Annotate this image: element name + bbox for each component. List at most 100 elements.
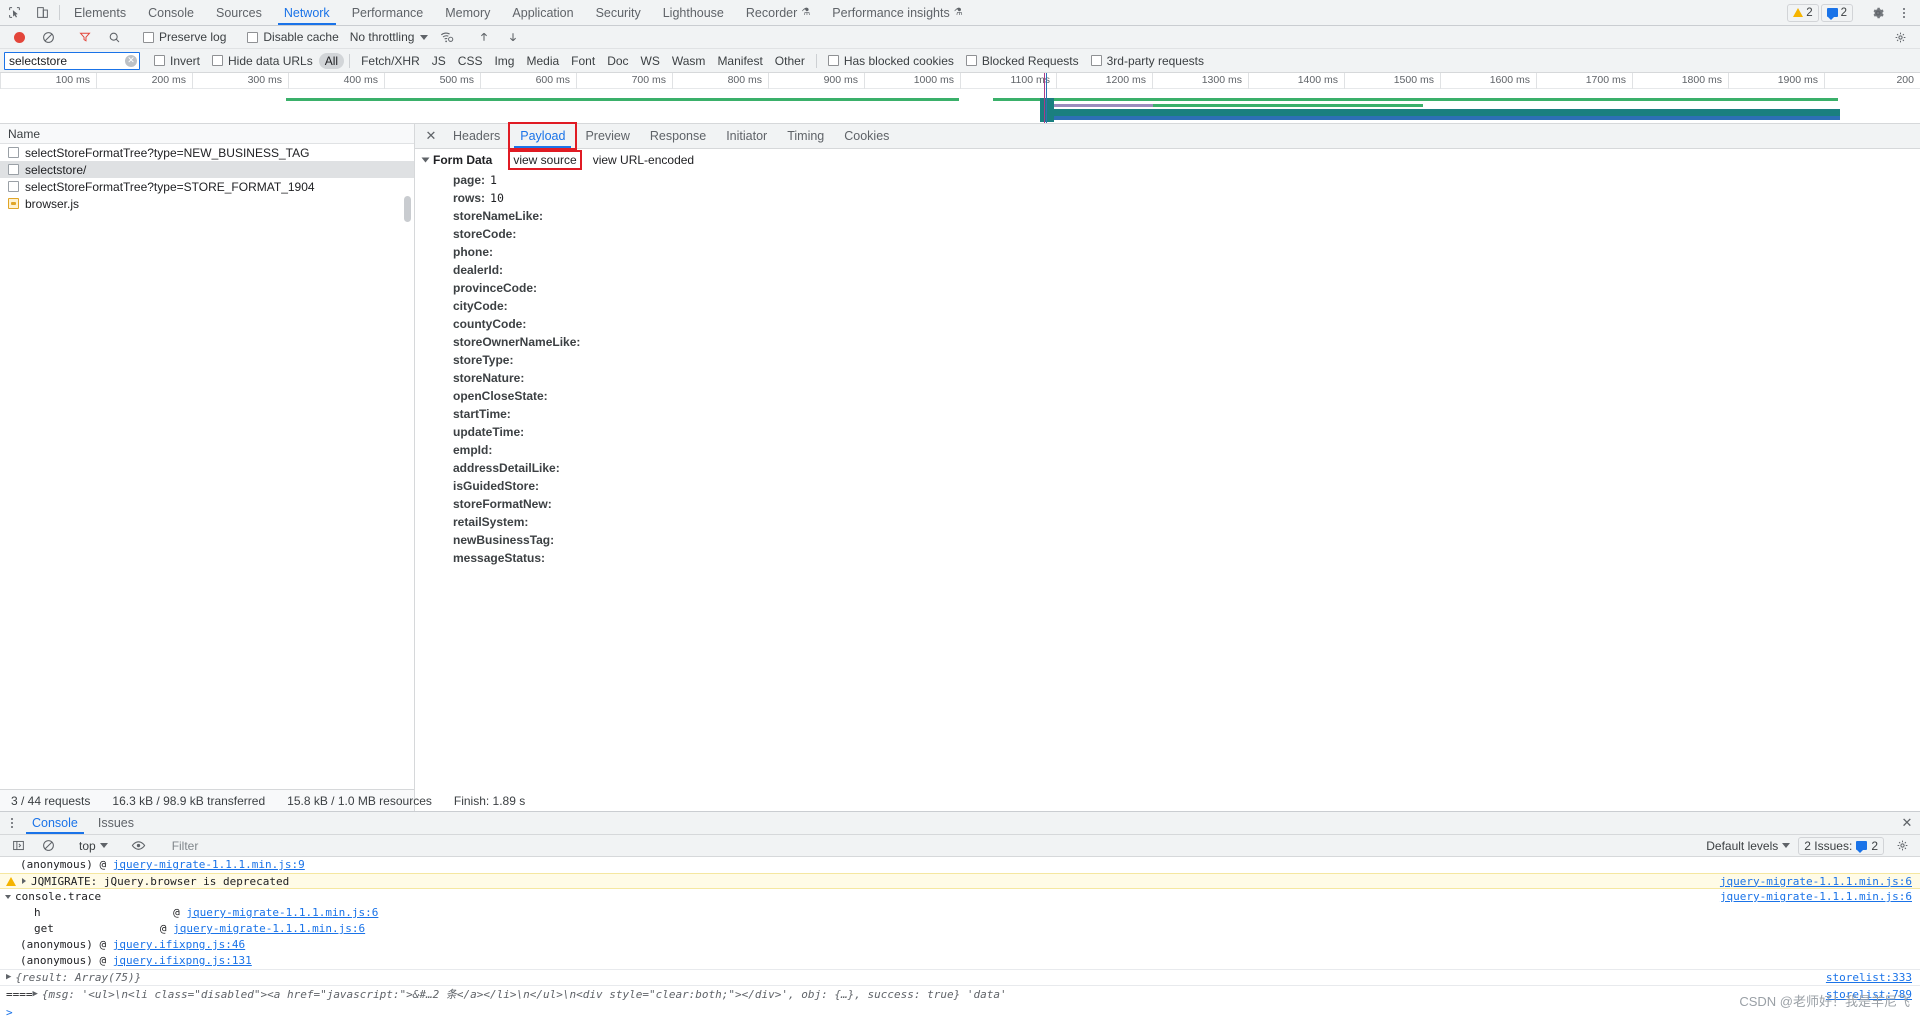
console-log-row[interactable]: (anonymous) @ jquery-migrate-1.1.1.min.j… [0,857,1920,873]
console-context-selector[interactable]: top [73,839,114,853]
view-source-button[interactable]: view source [508,150,582,170]
main-tab-network[interactable]: Network [273,0,341,25]
console-log-row[interactable]: console.trace jquery-migrate-1.1.1.min.js… [0,889,1920,905]
invert-checkbox[interactable]: Invert [148,54,206,68]
console-log-row[interactable]: get @ jquery-migrate-1.1.1.min.js:6 [0,921,1920,937]
detail-tab-headers[interactable]: Headers [443,124,510,148]
detail-tab-preview[interactable]: Preview [575,124,639,148]
console-log-row[interactable]: JQMIGRATE: jQuery.browser is deprecated j… [0,873,1920,889]
type-filter-manifest[interactable]: Manifest [711,53,768,69]
requests-list[interactable]: selectStoreFormatTree?type=NEW_BUSINESS_… [0,144,414,789]
console-log-row[interactable]: ▶ {result: Array(75)} storelist:333 [0,969,1920,985]
type-filter-font[interactable]: Font [565,53,601,69]
detail-tab-response[interactable]: Response [640,124,716,148]
type-filter-js[interactable]: JS [426,53,452,69]
warnings-badge[interactable]: 2 [1787,3,1819,22]
type-filter-css[interactable]: CSS [452,53,489,69]
blocked-requests-checkbox[interactable]: Blocked Requests [960,54,1085,68]
drawer-tab-console[interactable]: Console [22,812,88,834]
detail-tab-cookies[interactable]: Cookies [834,124,899,148]
request-row[interactable]: browser.js [0,195,414,212]
main-tab-console[interactable]: Console [137,0,205,25]
request-row[interactable]: selectstore/ [0,161,414,178]
form-data-header[interactable]: Form Data view source view URL-encoded [415,150,1920,170]
main-tab-elements[interactable]: Elements [63,0,137,25]
drawer-tab-issues[interactable]: Issues [88,812,144,834]
detail-tab-timing[interactable]: Timing [777,124,834,148]
console-log-levels-select[interactable]: Default levels [1702,839,1794,853]
collapse-triangle-icon[interactable] [5,894,11,899]
console-log-row[interactable]: (anonymous) @ jquery.ifixpng.js:131 [0,953,1920,969]
console-source-link-right[interactable]: jquery-migrate-1.1.1.min.js:6 [1720,875,1912,888]
hide-data-urls-checkbox[interactable]: Hide data URLs [206,54,319,68]
throttling-select[interactable]: No throttling [346,30,433,44]
main-tab-recorder[interactable]: Recorder ⚗ [735,0,821,25]
console-issues-button[interactable]: 2 Issues: 2 [1798,836,1884,855]
console-settings-gear-icon[interactable] [1888,839,1916,852]
type-filter-wasm[interactable]: Wasm [666,53,712,69]
console-source-link[interactable]: jquery.ifixpng.js:46 [113,938,245,951]
inspect-element-icon[interactable] [0,0,28,25]
console-filter-input[interactable] [169,837,1695,854]
type-filter-ws[interactable]: WS [635,53,666,69]
wifi-settings-icon[interactable] [433,30,461,44]
view-url-encoded-button[interactable]: view URL-encoded [590,152,697,168]
gear-icon[interactable] [1864,6,1892,20]
console-source-link-right[interactable]: jquery-migrate-1.1.1.min.js:6 [1720,890,1912,903]
clear-console-icon[interactable] [34,839,62,852]
type-filter-all[interactable]: All [318,52,345,69]
type-filter-img[interactable]: Img [488,53,520,69]
disclosure-triangle-icon[interactable] [421,157,430,163]
console-source-link[interactable]: jquery.ifixpng.js:131 [113,954,252,967]
detail-tab-payload[interactable]: Payload [508,122,578,150]
device-toolbar-icon[interactable] [28,0,56,25]
expand-triangle-icon[interactable]: ▶ [33,989,38,999]
type-filter-fetch-xhr[interactable]: Fetch/XHR [355,53,426,69]
requests-column-header[interactable]: Name [0,124,414,144]
main-tab-performance-insights[interactable]: Performance insights ⚗ [821,0,973,25]
drawer-menu-kebab-icon[interactable] [2,812,22,834]
export-arrow-down-icon[interactable] [499,31,527,43]
main-tab-sources[interactable]: Sources [205,0,273,25]
requests-scrollbar-thumb[interactable] [404,196,411,222]
main-tab-lighthouse[interactable]: Lighthouse [652,0,735,25]
console-source-link[interactable]: jquery-migrate-1.1.1.min.js:6 [186,906,378,919]
type-filter-doc[interactable]: Doc [601,53,634,69]
request-row[interactable]: selectStoreFormatTree?type=STORE_FORMAT_… [0,178,414,195]
close-detail-icon[interactable]: ✕ [419,124,443,148]
live-expression-eye-icon[interactable] [125,838,153,853]
has-blocked-cookies-checkbox[interactable]: Has blocked cookies [822,54,960,68]
main-tab-security[interactable]: Security [585,0,652,25]
type-filter-media[interactable]: Media [520,53,565,69]
type-filter-other[interactable]: Other [769,53,811,69]
request-row[interactable]: selectStoreFormatTree?type=NEW_BUSINESS_… [0,144,414,161]
main-tab-application[interactable]: Application [501,0,584,25]
import-arrow-up-icon[interactable] [470,31,498,43]
console-prompt[interactable]: > [0,1003,1920,1016]
network-overview-timeline[interactable]: 100 ms 200 ms 300 ms 400 ms 500 ms 600 ms 700 … [0,73,1920,124]
expand-triangle-icon[interactable] [22,878,26,884]
messages-badge[interactable]: 2 [1820,3,1853,22]
network-filter-input[interactable] [4,51,140,70]
search-magnifier-icon[interactable] [100,31,128,44]
console-log-row[interactable]: ==== ▶ {msg: '<ul>\n<li class="disabled">… [0,985,1920,1003]
show-console-sidebar-icon[interactable] [4,839,32,852]
main-tab-memory[interactable]: Memory [434,0,501,25]
console-log-row[interactable]: h @ jquery-migrate-1.1.1.min.js:6 [0,905,1920,921]
console-log-output[interactable]: (anonymous) @ jquery-migrate-1.1.1.min.j… [0,857,1920,1016]
third-party-requests-checkbox[interactable]: 3rd-party requests [1085,54,1210,68]
preserve-log-checkbox[interactable]: Preserve log [137,30,232,44]
expand-triangle-icon[interactable]: ▶ [6,972,11,982]
console-source-link[interactable]: jquery-migrate-1.1.1.min.js:6 [173,922,365,935]
console-source-link-right[interactable]: storelist:333 [1826,971,1912,984]
network-settings-gear-icon[interactable] [1886,31,1914,44]
detail-tab-initiator[interactable]: Initiator [716,124,777,148]
filter-funnel-icon[interactable] [71,31,99,43]
more-options-kebab-icon[interactable] [1894,7,1914,18]
console-log-row[interactable]: (anonymous) @ jquery.ifixpng.js:46 [0,937,1920,953]
disable-cache-checkbox[interactable]: Disable cache [241,30,344,44]
clear-filter-icon[interactable]: ✕ [125,54,137,67]
record-dot-icon[interactable] [5,31,33,43]
clear-circle-slash-icon[interactable] [34,31,62,44]
close-drawer-icon[interactable]: ✕ [1894,812,1920,834]
